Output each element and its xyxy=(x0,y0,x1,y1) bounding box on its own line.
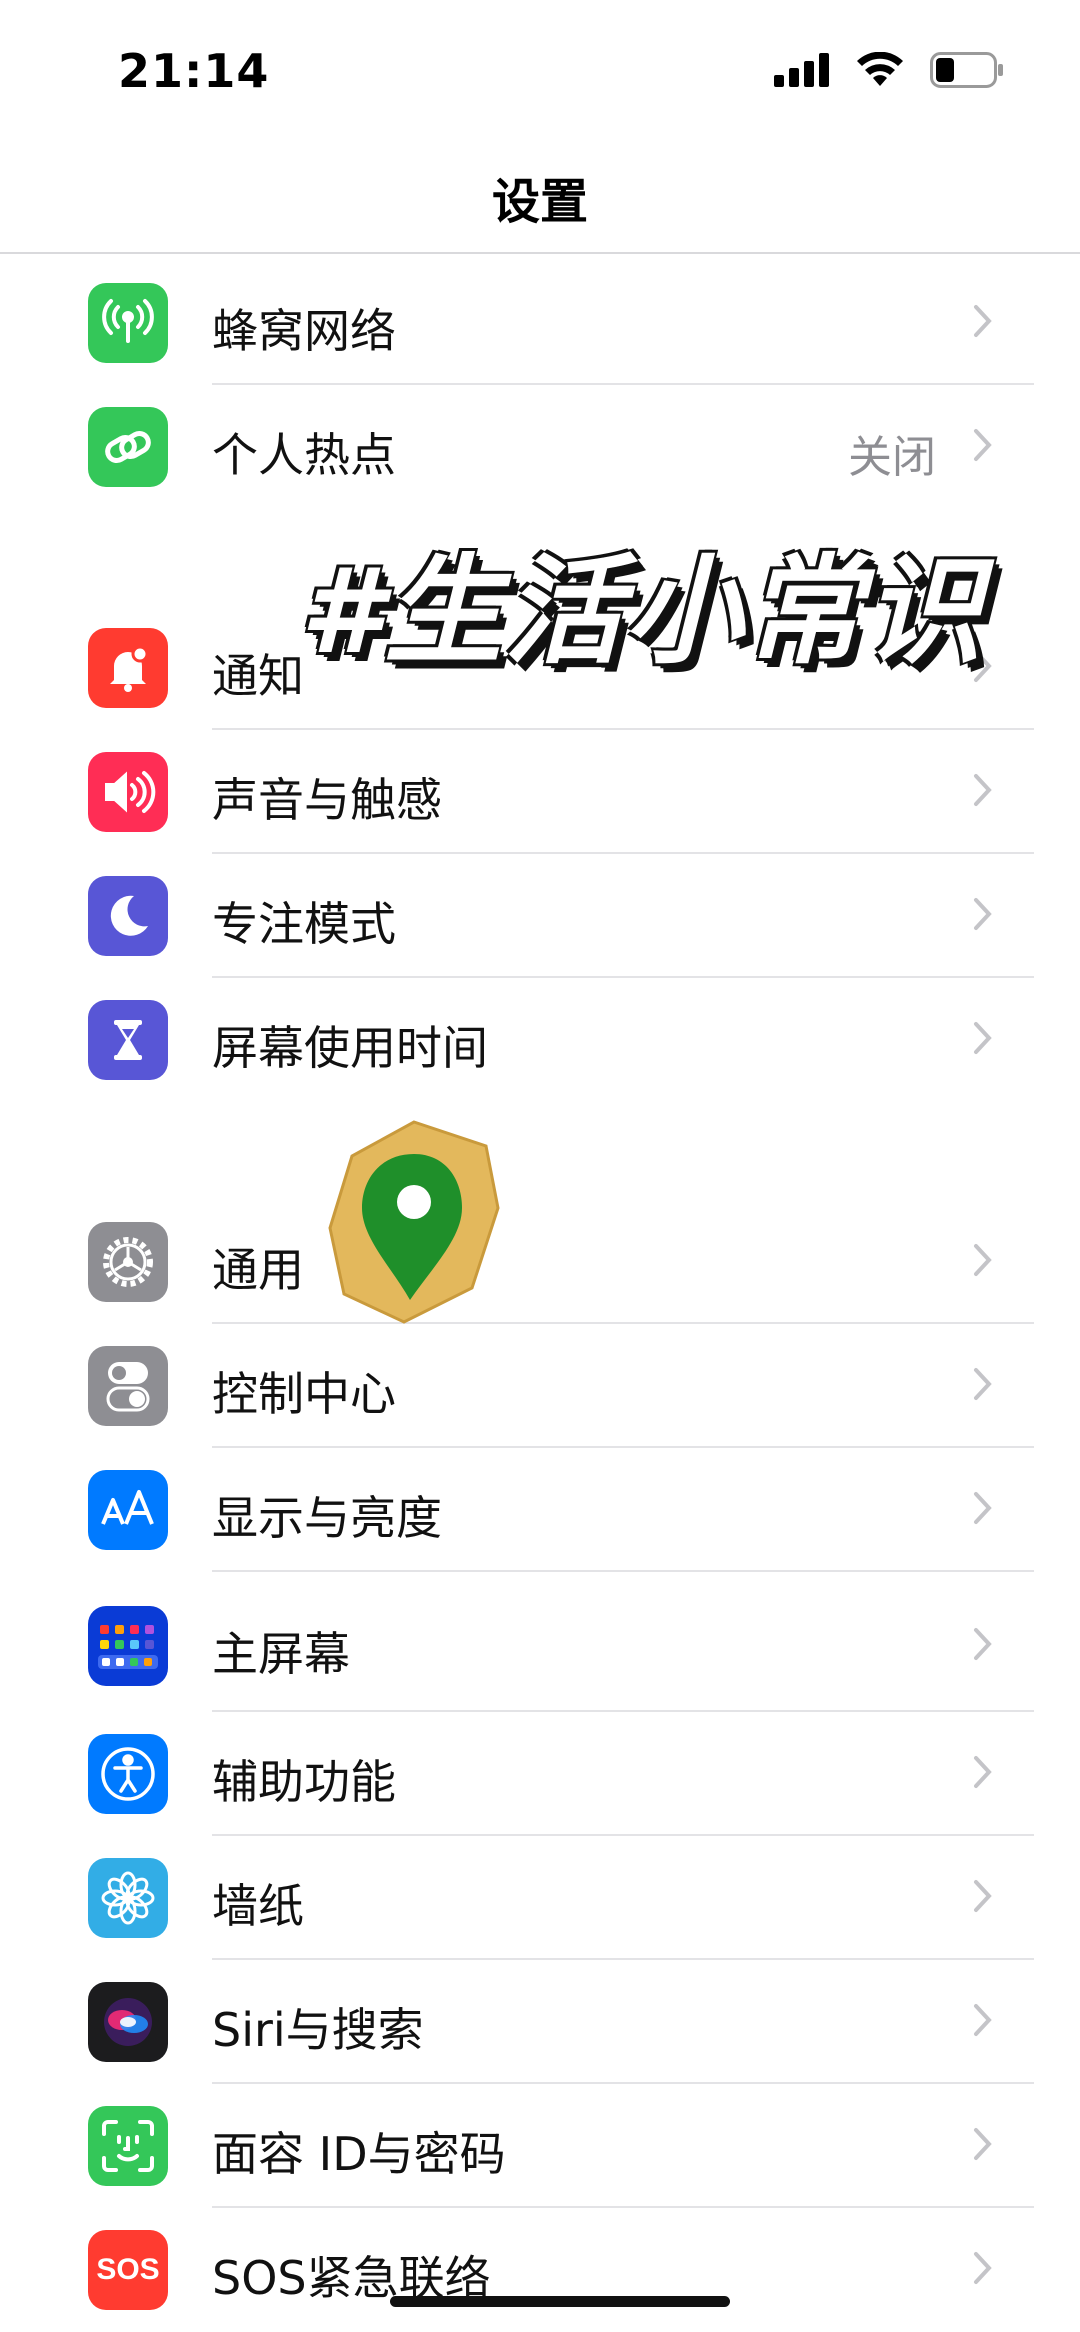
chevron-right-icon xyxy=(974,1244,992,1276)
hotspot-status-value: 关闭 xyxy=(848,432,936,483)
settings-row-screen-time[interactable]: 屏幕使用时间 xyxy=(0,978,1080,1102)
chevron-right-icon xyxy=(974,1756,992,1788)
settings-row-home-screen[interactable]: 主屏幕 xyxy=(0,1572,1080,1712)
chevron-right-icon xyxy=(974,2128,992,2160)
settings-row-label: 通用 xyxy=(212,1243,304,1297)
chevron-right-icon xyxy=(974,1022,992,1054)
settings-row-label: 主屏幕 xyxy=(212,1627,350,1681)
sos-icon-text: SOS xyxy=(96,2253,160,2286)
chevron-right-icon xyxy=(974,2004,992,2036)
chevron-right-icon xyxy=(974,1368,992,1400)
settings-row-accessibility[interactable]: 辅助功能 xyxy=(0,1712,1080,1836)
text-size-icon xyxy=(88,1470,168,1550)
settings-row-label: 辅助功能 xyxy=(212,1755,396,1809)
settings-row-general[interactable]: 通用 xyxy=(0,1200,1080,1324)
navigation-bar: 设置 xyxy=(0,140,1080,254)
overlay-hashtag-caption: #生活小常识 xyxy=(300,542,985,680)
hourglass-icon xyxy=(88,1000,168,1080)
speaker-icon xyxy=(88,752,168,832)
hotspot-chain-icon xyxy=(88,407,168,487)
settings-row-label: 声音与触感 xyxy=(212,773,442,827)
chevron-right-icon xyxy=(974,1492,992,1524)
chevron-right-icon xyxy=(974,1628,992,1660)
location-pin-sticker-icon xyxy=(328,1120,500,1324)
settings-row-focus[interactable]: 专注模式 xyxy=(0,854,1080,978)
chevron-right-icon xyxy=(974,1880,992,1912)
settings-row-label: 面容 ID与密码 xyxy=(212,2127,506,2181)
settings-row-label: 蜂窝网络 xyxy=(212,304,396,358)
chevron-right-icon xyxy=(974,2252,992,2284)
sos-text-icon: SOS xyxy=(88,2230,168,2310)
settings-row-label: 通知 xyxy=(212,649,304,703)
settings-row-display[interactable]: 显示与亮度 xyxy=(0,1448,1080,1572)
home-indicator xyxy=(390,2296,730,2307)
status-icons xyxy=(774,52,1004,88)
toggle-switches-icon xyxy=(88,1346,168,1426)
settings-row-cellular[interactable]: 蜂窝网络 xyxy=(0,261,1080,385)
status-time: 21:14 xyxy=(118,44,270,98)
siri-orb-icon xyxy=(88,1982,168,2062)
settings-row-label: 显示与亮度 xyxy=(212,1491,442,1545)
wifi-icon xyxy=(857,52,903,86)
settings-row-label: 墙纸 xyxy=(212,1879,304,1933)
bell-icon xyxy=(88,628,168,708)
battery-icon xyxy=(930,52,1003,88)
settings-row-hotspot[interactable]: 个人热点 关闭 xyxy=(0,385,1080,509)
settings-row-label: 专注模式 xyxy=(212,897,396,951)
settings-row-label: 屏幕使用时间 xyxy=(212,1021,488,1075)
settings-row-label: 控制中心 xyxy=(212,1367,396,1421)
chevron-right-icon xyxy=(974,898,992,930)
status-bar: 21:14 xyxy=(0,0,1080,140)
flower-icon xyxy=(88,1858,168,1938)
moon-icon xyxy=(88,876,168,956)
chevron-right-icon xyxy=(974,305,992,337)
settings-row-label: Siri与搜索 xyxy=(212,2003,424,2057)
settings-row-control-center[interactable]: 控制中心 xyxy=(0,1324,1080,1448)
chevron-right-icon xyxy=(974,774,992,806)
settings-row-label: 个人热点 xyxy=(212,428,396,482)
chevron-right-icon xyxy=(974,429,992,461)
page-title: 设置 xyxy=(491,174,588,230)
settings-row-sounds[interactable]: 声音与触感 xyxy=(0,730,1080,854)
app-grid-icon xyxy=(88,1606,168,1686)
gear-icon xyxy=(88,1222,168,1302)
settings-row-face-id[interactable]: 面容 ID与密码 xyxy=(0,2084,1080,2208)
settings-row-wallpaper[interactable]: 墙纸 xyxy=(0,1836,1080,1960)
settings-row-emergency-sos[interactable]: SOS SOS紧急联络 xyxy=(0,2208,1080,2332)
cellular-signal-icon xyxy=(774,53,829,87)
cellular-antenna-icon xyxy=(88,283,168,363)
face-id-icon xyxy=(88,2106,168,2186)
settings-row-siri[interactable]: Siri与搜索 xyxy=(0,1960,1080,2084)
accessibility-icon xyxy=(88,1734,168,1814)
